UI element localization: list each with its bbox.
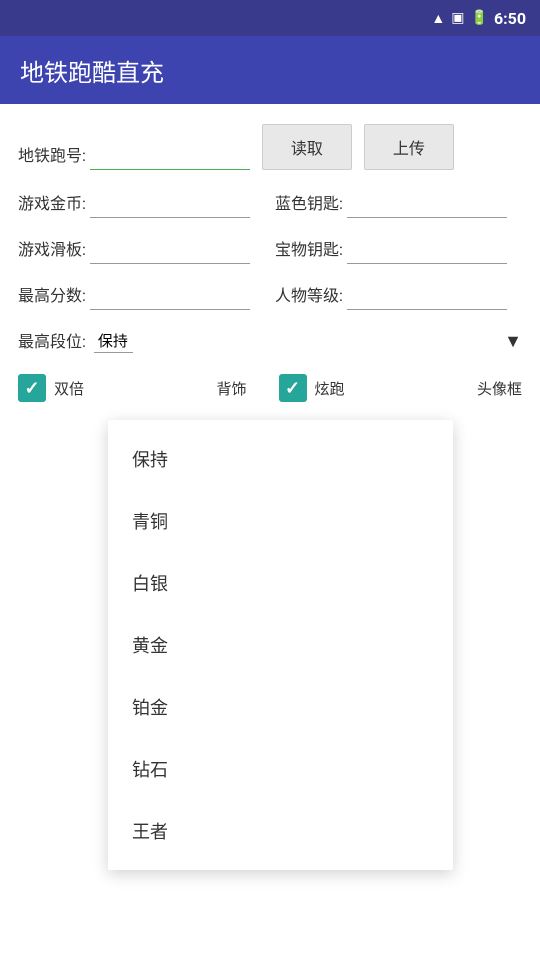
treasure-key-label: 宝物钥匙: [275,236,343,264]
coins-input[interactable] [90,196,250,218]
coins-label: 游戏金币: [18,190,86,218]
form-grid-row2: 游戏金币: 蓝色钥匙: [18,190,522,218]
upload-button[interactable]: 上传 [364,124,454,170]
rank-label: 最高段位: [18,328,86,356]
status-bar: ▲ ▣ 🔋 6:50 [0,0,540,36]
checkbox-cool-run-label: 炫跑 [315,378,345,399]
dropdown-item-gold[interactable]: 黄金 [108,614,453,676]
blue-key-label: 蓝色钥匙: [275,190,343,218]
read-button[interactable]: 读取 [262,124,352,170]
dropdown-item-bronze[interactable]: 青铜 [108,490,453,552]
field-coins: 游戏金币: [18,190,265,218]
checkbox-cool-run-suffix: 头像框 [477,378,522,399]
dropdown-overlay: 保持 青铜 白银 黄金 铂金 钻石 王者 [108,420,453,870]
field-blue-key: 蓝色钥匙: [275,190,522,218]
wifi-icon: ▲ [431,10,445,27]
form-grid-row3: 游戏滑板: 宝物钥匙: [18,236,522,264]
char-level-label: 人物等级: [275,282,343,310]
form-grid-row4: 最高分数: 人物等级: [18,282,522,310]
rank-dropdown-container: 保持 青铜 白银 黄金 铂金 钻石 王者 ▼ [94,331,522,353]
field-metro-id: 地铁跑号: [18,142,250,170]
dropdown-arrow-icon: ▼ [504,331,522,352]
char-level-input[interactable] [347,288,507,310]
high-score-label: 最高分数: [18,282,86,310]
status-time: 6:50 [494,9,526,28]
metro-id-label: 地铁跑号: [18,142,86,170]
checkbox-cool-run-box: ✓ [279,374,307,402]
signal-icon: ▣ [451,10,464,26]
blue-key-input[interactable] [347,196,507,218]
top-row: 地铁跑号: 读取 上传 [18,124,522,170]
checkbox-cool-run[interactable]: ✓ 炫跑 [279,374,465,402]
field-skateboard: 游戏滑板: [18,236,265,264]
treasure-key-input[interactable] [347,242,507,264]
metro-id-input[interactable] [90,148,250,170]
dropdown-item-diamond[interactable]: 钻石 [108,738,453,800]
battery-icon: 🔋 [471,10,488,26]
dropdown-item-platinum[interactable]: 铂金 [108,676,453,738]
app-bar: 地铁跑酷直充 [0,36,540,104]
high-score-input[interactable] [90,288,250,310]
skateboard-input[interactable] [90,242,250,264]
checkbox-double[interactable]: ✓ 双倍 [18,374,204,402]
dropdown-item-king[interactable]: 王者 [108,800,453,862]
status-icons: ▲ ▣ 🔋 6:50 [431,9,526,28]
app-title: 地铁跑酷直充 [20,53,164,88]
rank-select[interactable]: 保持 青铜 白银 黄金 铂金 钻石 王者 [94,331,133,353]
field-high-score: 最高分数: [18,282,265,310]
checkbox-double-box: ✓ [18,374,46,402]
field-char-level: 人物等级: [275,282,522,310]
dropdown-row: 最高段位: 保持 青铜 白银 黄金 铂金 钻石 王者 ▼ [18,328,522,356]
dropdown-item-silver[interactable]: 白银 [108,552,453,614]
checkbox-double-label: 双倍 [54,378,84,399]
checkbox-double-check: ✓ [24,378,39,399]
field-treasure-key: 宝物钥匙: [275,236,522,264]
checkbox-cool-run-check: ✓ [285,378,300,399]
skateboard-label: 游戏滑板: [18,236,86,264]
checkbox-row: ✓ 双倍 背饰 ✓ 炫跑 头像框 [18,374,522,402]
dropdown-item-keep[interactable]: 保持 [108,428,453,490]
checkbox-double-suffix: 背饰 [216,378,246,399]
